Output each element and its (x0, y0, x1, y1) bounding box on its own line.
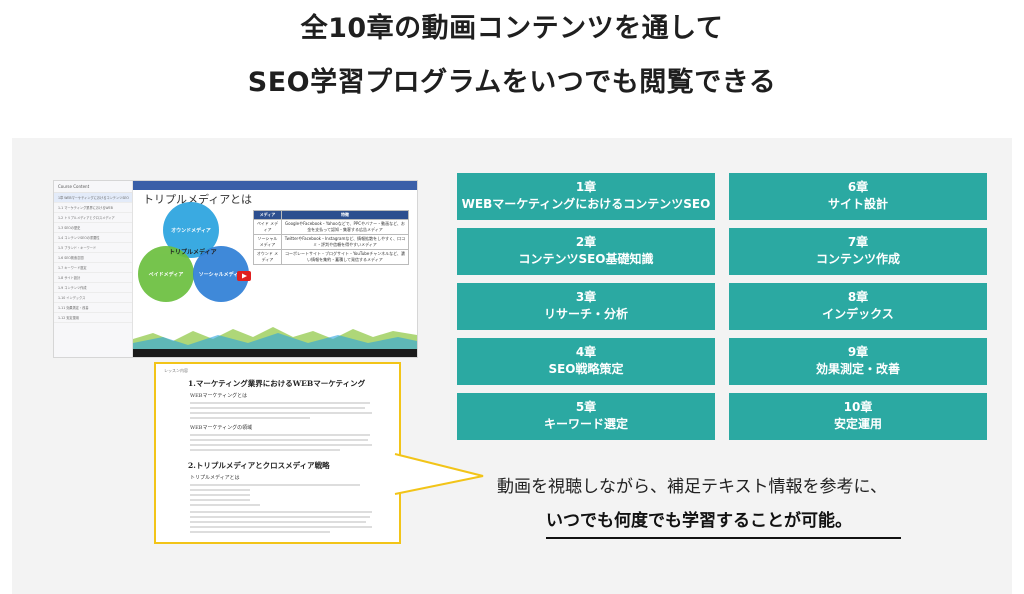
chapter-3[interactable]: 3章 リサーチ・分析 (457, 283, 715, 330)
course-screenshot: Course Content 1章 WEBマーケティングにおけるコンテンツSEO… (53, 180, 418, 358)
chapter-title: 効果測定・改善 (815, 362, 900, 376)
venn-center: トリプルメディア (169, 249, 217, 256)
sidebar-item: 1-2 トリプルメディアとクロスメディア (54, 213, 132, 223)
chapter-title: キーワード選定 (543, 417, 628, 431)
video-controls[interactable] (133, 349, 417, 357)
doc-text-line (190, 434, 370, 436)
sidebar-title: Course Content (54, 181, 132, 193)
doc-text-line (190, 504, 260, 506)
sidebar-item: 1-4 コンテンツSEOの重要性 (54, 233, 132, 243)
doc-text-line (190, 499, 250, 501)
table-cell: ペイド メディア (253, 219, 282, 235)
chapter-num: 5章 (575, 400, 597, 414)
chapter-title: インデックス (822, 307, 894, 321)
doc-text-line (190, 494, 250, 496)
sidebar-item: 1-3 SEOの歴史 (54, 223, 132, 233)
chapter-num: 3章 (575, 290, 597, 304)
chapter-8[interactable]: 8章 インデックス (729, 283, 987, 330)
chapter-title: コンテンツ作成 (815, 252, 900, 266)
chapter-num: 6章 (847, 180, 869, 194)
doc-text-line (190, 407, 365, 409)
table-cell: コーポレートサイト・ブログサイト・YouTubeチャンネルなど、濃い情報を集約・… (280, 249, 410, 265)
sidebar-item: 1-1 マーケティング業界におけるWEB (54, 203, 132, 213)
doc-text-line (190, 484, 360, 486)
chapter-num: 10章 (843, 400, 873, 414)
doc-text-line (190, 489, 250, 491)
chapter-7[interactable]: 7章 コンテンツ作成 (729, 228, 987, 275)
doc-label: レッスン内容 (164, 368, 188, 373)
wave-graphic (133, 327, 417, 349)
doc-text-line (190, 511, 372, 513)
headline-line2: SEO学習プログラムをいつでも閲覧できる (247, 67, 777, 98)
chapter-9[interactable]: 9章 効果測定・改善 (729, 338, 987, 385)
doc-subheading: トリプルメディアとは (190, 475, 240, 481)
chapter-title: サイト設計 (827, 197, 888, 211)
doc-subheading: WEBマーケティングの領域 (190, 425, 253, 431)
play-icon[interactable] (237, 271, 251, 281)
doc-subheading: WEBマーケティングとは (190, 393, 248, 399)
doc-heading-2: 2.トリプルメディアとクロスメディア戦略 (188, 461, 330, 470)
description-line2: いつでも何度でも学習することが可能。 (546, 511, 852, 531)
media-table: メディア 特徴 ペイド メディア GoogleやFacebook・Yahooなど… (253, 210, 410, 265)
chapter-5[interactable]: 5章 キーワード選定 (457, 393, 715, 440)
sidebar-item: 1-8 サイト設計 (54, 273, 132, 283)
description-underline (546, 537, 901, 539)
chapter-4[interactable]: 4章 SEO戦略策定 (457, 338, 715, 385)
chapter-title: リサーチ・分析 (543, 307, 628, 321)
table-cell: GoogleやFacebook・Yahooなどで、PPCやバナー・動画など、お金… (280, 219, 410, 235)
doc-text-line (190, 531, 330, 533)
doc-text-line (190, 412, 372, 414)
chapter-num: 4章 (575, 345, 597, 359)
chapter-title: WEBマーケティングにおけるコンテンツSEO (461, 197, 711, 211)
doc-text-line (190, 417, 310, 419)
chapter-10[interactable]: 10章 安定運用 (729, 393, 987, 440)
chapter-num: 2章 (575, 235, 597, 249)
doc-heading-1: 1.マーケティング業界におけるWEBマーケティング (188, 379, 366, 388)
chapter-title: コンテンツSEO基礎知識 (518, 252, 654, 266)
sidebar-item: 1-12 安定運用 (54, 313, 132, 323)
bubble-tail (394, 453, 484, 495)
sidebar-item: 1-11 効果測定・改善 (54, 303, 132, 313)
sidebar-item: 1-6 SEO検索意図 (54, 253, 132, 263)
table-cell: オウンド メディア (253, 249, 282, 265)
chapter-1[interactable]: 1章 WEBマーケティングにおけるコンテンツSEO (457, 173, 715, 220)
sidebar-item: 1-9 コンテンツ作成 (54, 283, 132, 293)
table-cell: TwitterやFacebook・Instagramなど、情報拡散をしやすく、口… (280, 234, 410, 250)
chapter-num: 7章 (847, 235, 869, 249)
table-header: 特徴 (280, 210, 410, 220)
headline-line1: 全10章の動画コンテンツを通して (300, 13, 724, 44)
sidebar-item: 1章 WEBマーケティングにおけるコンテンツSEO (54, 193, 132, 203)
description-line1: 動画を視聴しながら、補足テキスト情報を参考に、 (497, 477, 887, 497)
table-cell: ソーシャル メディア (253, 234, 282, 250)
chapter-title: SEO戦略策定 (548, 362, 624, 376)
doc-text-line (190, 444, 372, 446)
doc-text-line (190, 516, 370, 518)
chapter-title: 安定運用 (833, 417, 882, 431)
chapter-num: 1章 (575, 180, 597, 194)
chapter-2[interactable]: 2章 コンテンツSEO基礎知識 (457, 228, 715, 275)
doc-text-line (190, 449, 340, 451)
doc-text-line (190, 521, 366, 523)
course-sidebar: Course Content 1章 WEBマーケティングにおけるコンテンツSEO… (54, 181, 133, 357)
chapter-num: 9章 (847, 345, 869, 359)
doc-text-line (190, 526, 372, 528)
table-header: メディア (253, 210, 282, 220)
chapter-num: 8章 (847, 290, 869, 304)
sidebar-item: 1-7 キーワード選定 (54, 263, 132, 273)
video-topbar (133, 181, 417, 190)
sidebar-item: 1-10 インデックス (54, 293, 132, 303)
sidebar-item: 1-5 ブランド・キーワード (54, 243, 132, 253)
chapter-6[interactable]: 6章 サイト設計 (729, 173, 987, 220)
doc-text-line (190, 402, 370, 404)
doc-text-line (190, 439, 368, 441)
document-bubble: レッスン内容 1.マーケティング業界におけるWEBマーケティング WEBマーケテ… (154, 362, 401, 544)
video-area: トリプルメディアとは オウンドメディア ペイドメディア ソーシャルメディア トリ… (133, 181, 417, 357)
video-slide: トリプルメディアとは オウンドメディア ペイドメディア ソーシャルメディア トリ… (133, 190, 417, 349)
